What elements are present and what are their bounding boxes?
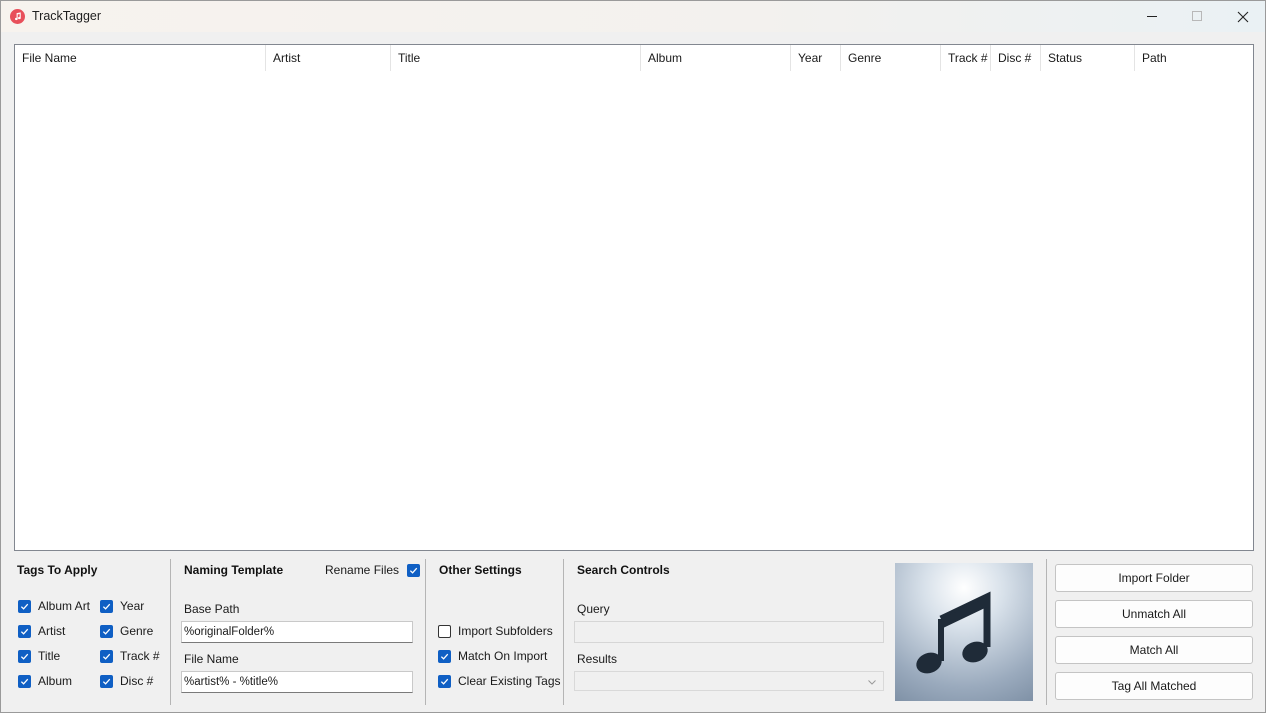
results-dropdown[interactable]: [574, 671, 884, 691]
checkbox-album-art[interactable]: Album Art: [18, 598, 90, 614]
column-header-path[interactable]: Path: [1135, 45, 1253, 71]
query-input[interactable]: [574, 621, 884, 643]
other-settings-title: Other Settings: [439, 563, 522, 577]
tag-all-matched-button[interactable]: Tag All Matched: [1055, 672, 1253, 700]
checkbox-checked-icon[interactable]: [100, 624, 113, 638]
checkbox-checked-icon[interactable]: [100, 674, 113, 688]
file-name-label: File Name: [184, 652, 239, 666]
checkbox-label: Match On Import: [458, 649, 548, 663]
checkbox-label: Disc #: [120, 674, 154, 688]
divider: [425, 559, 426, 705]
track-grid[interactable]: File Name Artist Title Album Year Genre …: [14, 44, 1254, 551]
column-header-genre[interactable]: Genre: [841, 45, 941, 71]
album-art-image: [895, 563, 1033, 701]
checkbox-checked-icon[interactable]: [18, 674, 31, 688]
app-music-icon: [10, 9, 25, 24]
checkbox-album[interactable]: Album: [18, 673, 72, 689]
search-controls-title: Search Controls: [577, 563, 670, 577]
checkbox-checked-icon[interactable]: [100, 649, 113, 663]
checkbox-checked-icon[interactable]: [438, 674, 451, 688]
checkbox-label: Title: [38, 649, 61, 663]
divider: [170, 559, 171, 705]
main-window: TrackTagger File Name Artist Title Album…: [0, 0, 1266, 713]
checkbox-clear-existing-tags[interactable]: Clear Existing Tags: [438, 673, 561, 689]
column-header-year[interactable]: Year: [791, 45, 841, 71]
checkbox-checked-icon[interactable]: [18, 649, 31, 663]
checkbox-label: Album Art: [38, 599, 91, 613]
checkbox-title[interactable]: Title: [18, 648, 60, 664]
column-header-disc[interactable]: Disc #: [991, 45, 1041, 71]
query-label: Query: [577, 602, 610, 616]
file-name-input[interactable]: %artist% - %title%: [181, 671, 413, 693]
checkbox-label: Import Subfolders: [458, 624, 553, 638]
checkbox-label: Year: [120, 599, 145, 613]
checkbox-label: Artist: [38, 624, 66, 638]
base-path-label: Base Path: [184, 602, 240, 616]
checkbox-import-subfolders[interactable]: Import Subfolders: [438, 623, 553, 639]
tags-to-apply-title: Tags To Apply: [17, 563, 98, 577]
checkbox-label: Track #: [120, 649, 160, 663]
column-header-file-name[interactable]: File Name: [15, 45, 266, 71]
column-header-track[interactable]: Track #: [941, 45, 991, 71]
checkbox-checked-icon[interactable]: [18, 599, 31, 613]
music-note-icon: [916, 591, 991, 674]
checkbox-label: Clear Existing Tags: [458, 674, 561, 688]
column-header-album[interactable]: Album: [641, 45, 791, 71]
match-all-button[interactable]: Match All: [1055, 636, 1253, 664]
naming-template-title: Naming Template: [184, 563, 284, 577]
column-header-status[interactable]: Status: [1041, 45, 1135, 71]
results-label: Results: [577, 652, 618, 666]
checkbox-checked-icon[interactable]: [438, 649, 451, 663]
checkbox-checked-icon[interactable]: [407, 563, 421, 577]
checkbox-label: Genre: [120, 624, 154, 638]
checkbox-disc[interactable]: Disc #: [100, 673, 153, 689]
unmatch-all-button[interactable]: Unmatch All: [1055, 600, 1253, 628]
divider: [563, 559, 564, 705]
checkbox-checked-icon[interactable]: [18, 624, 31, 638]
checkbox-artist[interactable]: Artist: [18, 623, 65, 639]
checkbox-label: Album: [38, 674, 73, 688]
base-path-input[interactable]: %originalFolder%: [181, 621, 413, 643]
title-bar[interactable]: TrackTagger: [1, 1, 1265, 32]
import-folder-button[interactable]: Import Folder: [1055, 564, 1253, 592]
rename-files-label: Rename Files: [325, 563, 400, 577]
checkbox-checked-icon[interactable]: [100, 599, 113, 613]
grid-header: File Name Artist Title Album Year Genre …: [15, 45, 1253, 71]
column-header-artist[interactable]: Artist: [266, 45, 391, 71]
checkbox-rename-files[interactable]: Rename Files: [325, 562, 421, 578]
checkbox-year[interactable]: Year: [100, 598, 144, 614]
column-header-title[interactable]: Title: [391, 45, 641, 71]
maximize-button[interactable]: [1174, 1, 1220, 32]
checkbox-genre[interactable]: Genre: [100, 623, 153, 639]
divider: [1046, 559, 1047, 705]
checkbox-unchecked-icon[interactable]: [438, 624, 451, 638]
close-button[interactable]: [1220, 1, 1266, 32]
minimize-button[interactable]: [1129, 1, 1175, 32]
chevron-down-icon: [867, 676, 877, 690]
checkbox-track[interactable]: Track #: [100, 648, 160, 664]
window-title: TrackTagger: [32, 9, 102, 23]
checkbox-match-on-import[interactable]: Match On Import: [438, 648, 547, 664]
